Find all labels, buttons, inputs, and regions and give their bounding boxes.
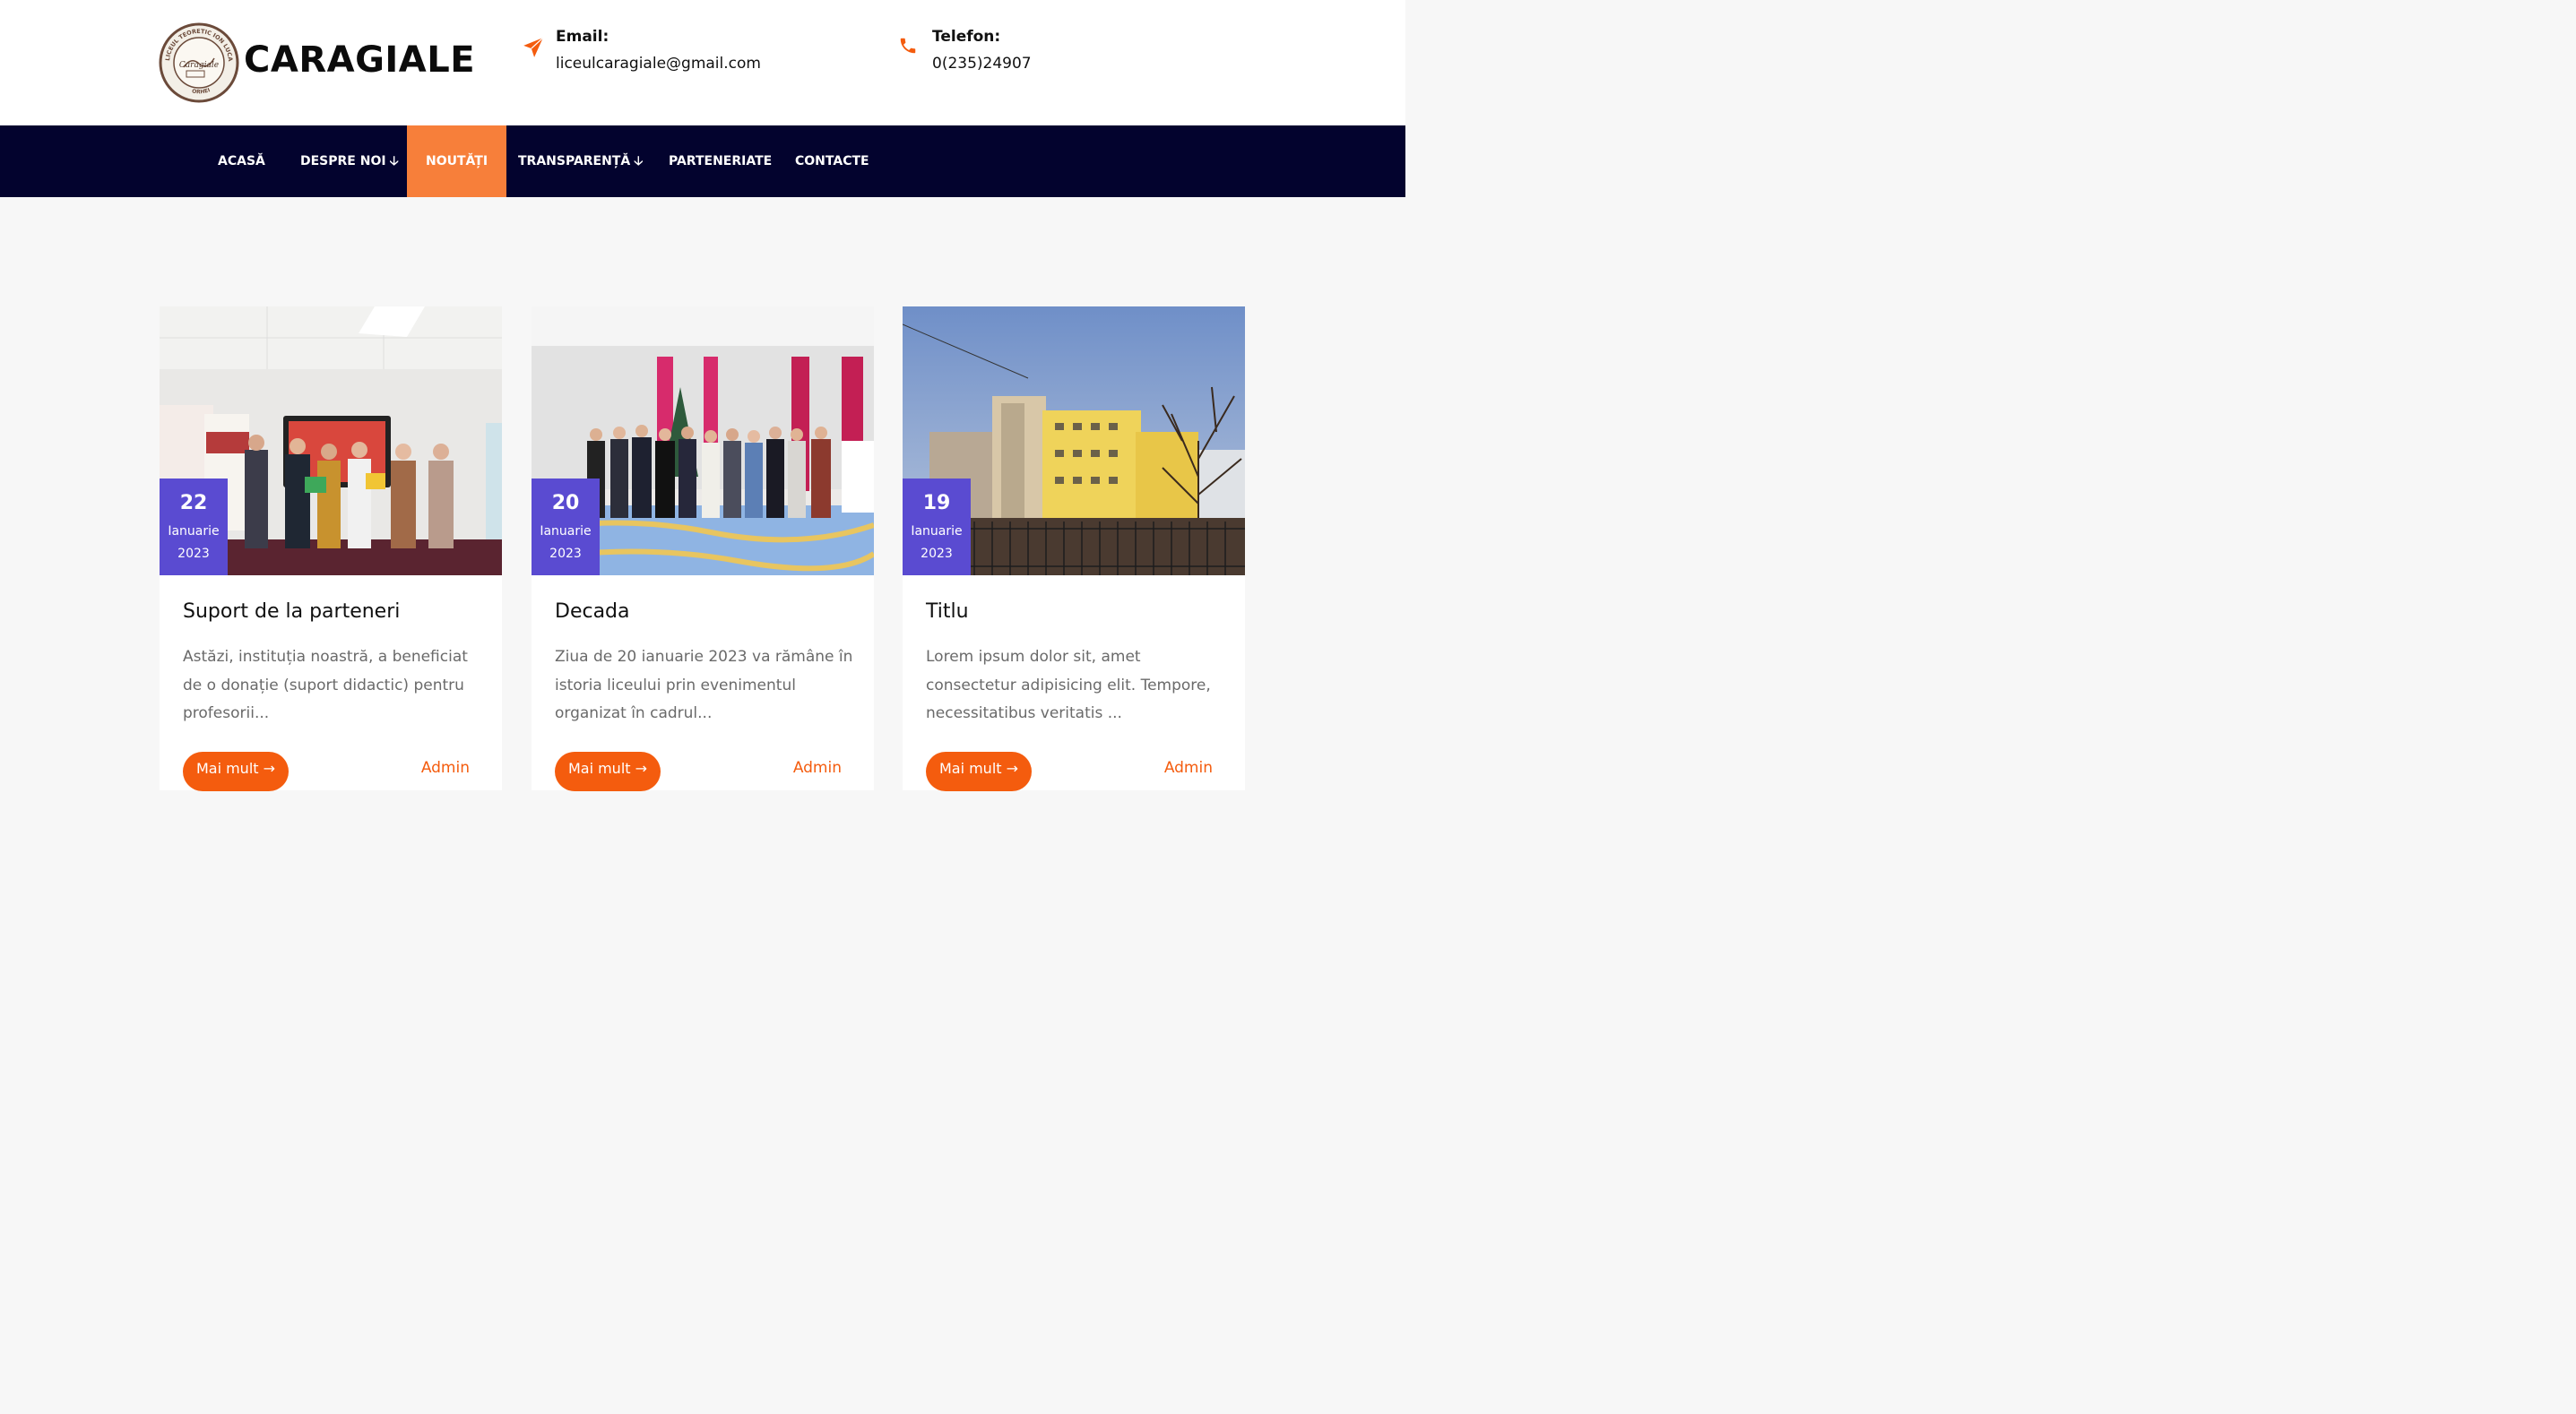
nav-label: ACASĂ — [218, 154, 265, 168]
post-title[interactable]: Suport de la parteneri — [183, 600, 400, 623]
email-label: Email: — [556, 28, 609, 46]
nav-item-despre-noi[interactable]: DESPRE NOI 🡣 — [281, 125, 418, 197]
post-title[interactable]: Decada — [555, 600, 630, 623]
date-month: Ianuarie — [911, 524, 963, 539]
nav-item-noutati[interactable]: NOUTĂȚI — [407, 125, 507, 197]
date-month: Ianuarie — [168, 524, 220, 539]
phone-value[interactable]: 0(235)24907 — [932, 52, 1032, 75]
date-day: 19 — [922, 492, 951, 514]
date-day: 22 — [179, 492, 208, 514]
post-author[interactable]: Admin — [1164, 759, 1213, 777]
nav-label: TRANSPARENȚĂ — [518, 154, 631, 168]
post-image[interactable]: 22 Ianuarie 2023 — [160, 306, 502, 575]
school-logo[interactable]: LICEUL TEORETIC ION LUCA CARAGIALE ORHEI… — [156, 17, 239, 103]
email-value[interactable]: liceulcaragiale@gmail.com — [556, 52, 761, 75]
post-card: 20 Ianuarie 2023 Decada Ziua de 20 ianua… — [532, 306, 874, 791]
nav-item-transparenta[interactable]: TRANSPARENȚĂ 🡣 — [499, 125, 661, 197]
date-month: Ianuarie — [540, 524, 592, 539]
date-badge: 20 Ianuarie 2023 — [532, 479, 600, 575]
phone-label: Telefon: — [932, 28, 1001, 46]
nav-label: CONTACTE — [795, 154, 869, 168]
date-badge: 19 Ianuarie 2023 — [903, 479, 971, 575]
arrow-down-icon: 🡣 — [634, 154, 644, 168]
post-image[interactable]: 20 Ianuarie 2023 — [532, 306, 874, 575]
post-title[interactable]: Titlu — [926, 600, 969, 623]
phone-icon — [898, 36, 923, 61]
arrow-down-icon: 🡣 — [389, 154, 399, 168]
post-excerpt: Astăzi, instituția noastră, a beneficiat… — [183, 648, 468, 722]
read-more-button[interactable]: Mai mult → — [555, 752, 661, 791]
nav-label: DESPRE NOI — [300, 154, 386, 168]
svg-text:Caragiale: Caragiale — [179, 61, 219, 70]
nav-label: PARTENERIATE — [669, 154, 773, 168]
post-author[interactable]: Admin — [793, 759, 842, 777]
paper-plane-icon — [522, 36, 547, 61]
post-author[interactable]: Admin — [421, 759, 470, 777]
date-year: 2023 — [549, 547, 582, 561]
nav-label: NOUTĂȚI — [426, 154, 488, 168]
date-badge: 22 Ianuarie 2023 — [160, 479, 228, 575]
post-card: 22 Ianuarie 2023 Suport de la parteneri … — [160, 306, 502, 791]
main-navigation: ACASĂ DESPRE NOI 🡣 NOUTĂȚI TRANSPARENȚĂ 🡣 … — [0, 125, 1405, 197]
read-more-button[interactable]: Mai mult → — [926, 752, 1032, 791]
site-title[interactable]: CARAGIALE — [244, 38, 475, 82]
nav-item-acasa[interactable]: ACASĂ — [199, 125, 284, 197]
post-image[interactable]: 19 Ianuarie 2023 — [903, 306, 1245, 575]
nav-item-parteneriate[interactable]: PARTENERIATE — [650, 125, 791, 197]
post-excerpt: Ziua de 20 ianuarie 2023 va rămâne în is… — [555, 648, 853, 722]
date-year: 2023 — [921, 547, 953, 561]
site-header: LICEUL TEORETIC ION LUCA CARAGIALE ORHEI… — [0, 0, 1405, 125]
post-excerpt: Lorem ipsum dolor sit, amet consectetur … — [926, 648, 1211, 722]
date-day: 20 — [551, 492, 580, 514]
read-more-button[interactable]: Mai mult → — [183, 752, 289, 791]
date-year: 2023 — [177, 547, 210, 561]
nav-item-contacte[interactable]: CONTACTE — [776, 125, 888, 197]
post-card: 19 Ianuarie 2023 Titlu Lorem ipsum dolor… — [903, 306, 1245, 791]
